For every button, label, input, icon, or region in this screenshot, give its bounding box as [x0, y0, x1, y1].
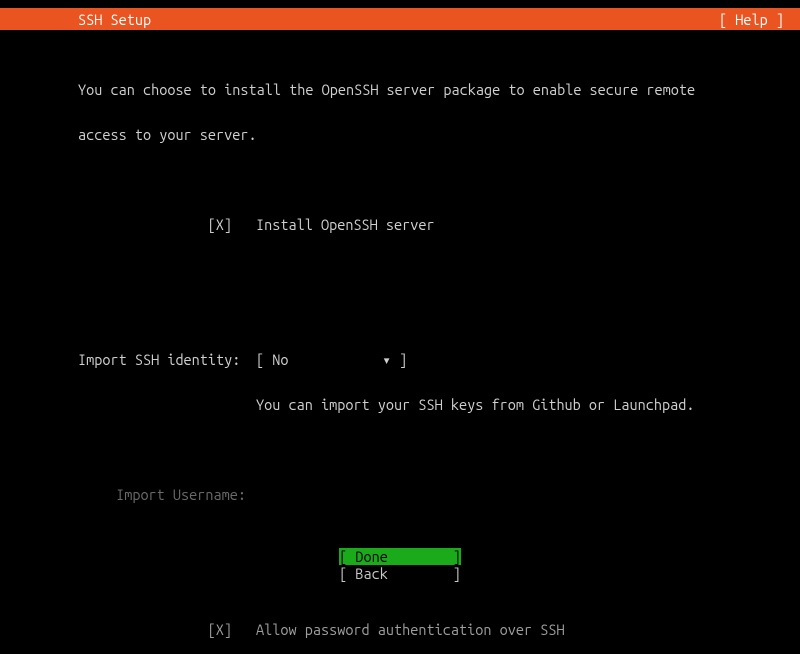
import-identity-value: No — [272, 353, 382, 368]
install-openssh-checkbox[interactable]: [X] — [78, 218, 256, 234]
install-openssh-label: Install OpenSSH server — [256, 218, 435, 234]
footer-buttons: [ Done ] [ Back ] — [0, 548, 800, 582]
import-identity-dropdown[interactable]: [ No▾ ] — [256, 353, 407, 369]
back-button[interactable]: [ Back ] — [339, 565, 461, 582]
header-bar: SSH Setup [ Help ] — [0, 8, 800, 30]
import-identity-label: Import SSH identity: — [78, 353, 256, 369]
import-username-label: Import Username: — [78, 488, 256, 504]
allow-password-label: Allow password authentication over SSH — [256, 623, 565, 639]
description-line-2: access to your server. — [78, 128, 780, 144]
description-line-1: You can choose to install the OpenSSH se… — [78, 83, 780, 99]
import-identity-hint: You can import your SSH keys from Github… — [256, 398, 694, 414]
done-button[interactable]: [ Done ] — [339, 548, 461, 565]
chevron-down-icon: ▾ — [382, 351, 391, 368]
help-button[interactable]: [ Help ] — [719, 11, 784, 28]
page-title: SSH Setup — [78, 11, 151, 28]
allow-password-checkbox[interactable]: [X] — [78, 623, 256, 639]
